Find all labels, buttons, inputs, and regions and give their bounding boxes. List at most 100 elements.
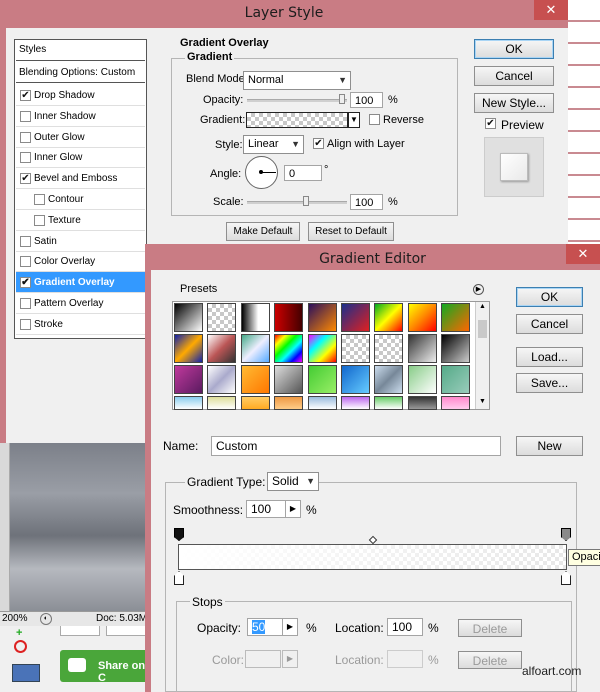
preset-swatch[interactable] <box>341 365 370 394</box>
color-location-input[interactable] <box>387 650 423 668</box>
preset-swatch[interactable] <box>207 334 237 363</box>
preset-swatch[interactable] <box>407 396 437 410</box>
opacity-slider[interactable] <box>247 99 347 102</box>
preset-swatch[interactable] <box>174 334 203 363</box>
share-button[interactable]: Share on C <box>60 650 148 684</box>
preset-swatch[interactable] <box>174 303 203 332</box>
style-checkbox[interactable] <box>20 173 31 185</box>
layer-style-close-button[interactable]: ✕ <box>534 0 568 20</box>
opacity-input[interactable]: 100 <box>350 92 383 108</box>
name-input[interactable]: Custom <box>211 436 501 456</box>
style-item-color-overlay[interactable]: Color Overlay <box>16 251 145 273</box>
preset-swatch[interactable] <box>207 396 237 410</box>
location-input[interactable]: 100 <box>387 618 423 636</box>
preset-swatch[interactable] <box>274 396 304 410</box>
preset-swatch[interactable] <box>441 365 471 394</box>
style-checkbox[interactable] <box>34 214 45 226</box>
style-item-pattern-overlay[interactable]: Pattern Overlay <box>16 293 145 314</box>
new-gradient-button[interactable]: New <box>516 436 583 456</box>
style-item-inner-shadow[interactable]: Inner Shadow <box>16 106 145 127</box>
preset-swatch[interactable] <box>441 303 471 332</box>
preset-swatch[interactable] <box>407 334 437 363</box>
preset-swatch[interactable] <box>441 396 471 410</box>
reverse-checkbox[interactable] <box>369 114 380 125</box>
make-default-button[interactable]: Make Default <box>226 222 300 241</box>
preset-swatch[interactable] <box>307 334 337 363</box>
color-swatch[interactable] <box>245 650 281 668</box>
style-checkbox[interactable] <box>20 256 31 268</box>
style-item-satin[interactable]: Satin <box>16 231 145 252</box>
gradient-editor-close-button[interactable]: ✕ <box>566 244 600 264</box>
preset-swatch[interactable] <box>274 303 304 332</box>
style-checkbox[interactable] <box>20 235 31 247</box>
preset-swatch[interactable] <box>407 303 437 332</box>
style-checkbox[interactable] <box>20 131 31 143</box>
style-checkbox[interactable] <box>20 318 31 330</box>
scroll-up-icon[interactable]: ▲ <box>479 303 486 310</box>
scale-slider-thumb[interactable] <box>303 196 309 206</box>
gradient-bar[interactable] <box>178 544 567 570</box>
style-checkbox[interactable] <box>20 298 31 309</box>
color-stepper-icon[interactable]: ▶ <box>282 650 298 668</box>
preset-swatch[interactable] <box>274 334 304 363</box>
scroll-thumb[interactable] <box>478 320 487 338</box>
layer-style-cancel-button[interactable]: Cancel <box>474 66 554 86</box>
preset-swatch[interactable] <box>341 396 370 410</box>
preset-swatch[interactable] <box>240 334 270 363</box>
preset-swatch[interactable] <box>307 365 337 394</box>
style-checkbox[interactable] <box>20 110 31 122</box>
preset-swatch[interactable] <box>240 365 270 394</box>
scale-slider[interactable] <box>247 201 347 204</box>
style-checkbox[interactable] <box>20 277 31 289</box>
opacity-delete-button[interactable]: Delete <box>458 619 522 637</box>
style-item-outer-glow[interactable]: Outer Glow <box>16 127 145 148</box>
style-checkbox[interactable] <box>20 90 31 101</box>
style-item-stroke[interactable]: Stroke <box>16 314 145 335</box>
reset-to-default-button[interactable]: Reset to Default <box>308 222 394 241</box>
preset-swatch[interactable] <box>341 303 370 332</box>
style-item-inner-glow[interactable]: Inner Glow <box>16 147 145 169</box>
plus-icon[interactable]: + <box>16 627 22 639</box>
preset-swatch[interactable] <box>374 303 404 332</box>
stop-opacity-stepper-icon[interactable]: ▶ <box>282 618 298 636</box>
preset-swatch[interactable] <box>307 396 337 410</box>
style-item-drop-shadow[interactable]: Drop Shadow <box>16 85 145 106</box>
presets-menu-icon[interactable]: ▶ <box>473 284 484 295</box>
style-select[interactable]: Linear ▼ <box>243 135 304 154</box>
preset-swatch[interactable] <box>240 303 270 332</box>
gradient-cancel-button[interactable]: Cancel <box>516 314 583 334</box>
preset-swatch[interactable] <box>274 365 304 394</box>
style-item-texture[interactable]: Texture <box>16 210 145 231</box>
stop-opacity-input[interactable]: 50 <box>247 618 283 636</box>
preview-checkbox[interactable] <box>485 118 496 129</box>
style-checkbox[interactable] <box>34 194 45 205</box>
preset-swatch[interactable] <box>240 396 270 410</box>
style-item-gradient-overlay[interactable]: Gradient Overlay <box>16 272 145 294</box>
align-with-layer-checkbox[interactable] <box>313 138 324 149</box>
gradient-preview[interactable] <box>246 112 348 128</box>
gradient-type-select[interactable]: Solid ▼ <box>267 472 319 491</box>
blending-options[interactable]: Blending Options: Custom <box>16 63 145 83</box>
new-style-button[interactable]: New Style... <box>474 93 554 113</box>
record-icon[interactable] <box>14 640 27 653</box>
preset-swatch[interactable] <box>174 365 203 394</box>
preset-swatch[interactable] <box>207 303 237 332</box>
preset-swatch[interactable] <box>307 303 337 332</box>
color-delete-button[interactable]: Delete <box>458 651 522 669</box>
preset-swatch[interactable] <box>374 334 404 363</box>
scroll-down-icon[interactable]: ▼ <box>479 398 486 405</box>
angle-dial[interactable] <box>245 156 278 189</box>
angle-input[interactable]: 0 <box>284 165 322 181</box>
preset-swatch[interactable] <box>374 396 404 410</box>
styles-header[interactable]: Styles <box>16 41 145 61</box>
blend-mode-select[interactable]: Normal ▼ <box>243 71 351 90</box>
opacity-slider-thumb[interactable] <box>339 94 345 104</box>
preset-swatch[interactable] <box>207 365 237 394</box>
preset-swatch[interactable] <box>174 396 203 410</box>
load-button[interactable]: Load... <box>516 347 583 367</box>
tab-stub-2[interactable] <box>106 626 148 636</box>
tab-stub-1[interactable] <box>60 626 100 636</box>
layer-style-ok-button[interactable]: OK <box>474 39 554 59</box>
preset-swatch[interactable] <box>407 365 437 394</box>
style-item-contour[interactable]: Contour <box>16 189 145 210</box>
